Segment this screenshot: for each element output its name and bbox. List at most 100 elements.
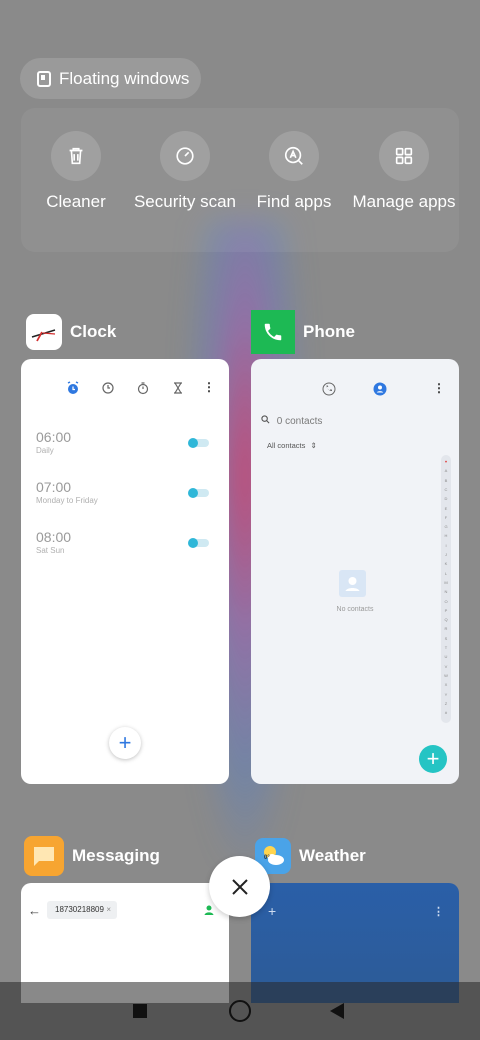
phone-window-card[interactable]: ⋮ 0 contacts All contacts ⇕ ♥ A B C D E F G H I J K…	[251, 359, 459, 784]
alphabet-index-letter[interactable]: Q	[441, 617, 451, 622]
alphabet-index-letter[interactable]: N	[441, 589, 451, 594]
alarm-time: 08:00	[36, 529, 72, 545]
navigation-bar	[0, 982, 480, 1040]
phone-app-header[interactable]: Phone	[251, 310, 355, 354]
phone-app-icon	[251, 310, 295, 354]
messaging-app-name: Messaging	[72, 846, 160, 865]
world-clock-tab-icon[interactable]	[101, 381, 115, 400]
messaging-app-icon	[24, 836, 64, 876]
sort-arrows-icon: ⇕	[310, 441, 317, 450]
alphabet-index-letter[interactable]: S	[441, 636, 451, 641]
trash-icon	[51, 131, 101, 181]
alphabet-index-letter[interactable]: E	[441, 506, 451, 511]
alphabet-index-letter[interactable]: V	[441, 664, 451, 669]
cleaner-label: Cleaner	[46, 192, 106, 211]
security-scan-label: Security scan	[133, 192, 237, 211]
back-button[interactable]	[330, 1003, 344, 1019]
alphabet-index-letter[interactable]: R	[441, 626, 451, 631]
alphabet-index-letter[interactable]: ♥	[441, 459, 451, 464]
alarm-item[interactable]: 08:00 Sat Sun	[36, 529, 71, 555]
alphabet-index-letter[interactable]: X	[441, 682, 451, 687]
add-contact-icon[interactable]	[203, 903, 215, 921]
add-contact-button[interactable]: +	[419, 745, 447, 773]
messaging-app-header[interactable]: Messaging	[24, 836, 160, 876]
alphabet-index-letter[interactable]: G	[441, 524, 451, 529]
alarm-tab-icon[interactable]	[66, 381, 80, 400]
phone-more-menu-icon[interactable]: ⋮	[433, 381, 445, 395]
add-alarm-button[interactable]: +	[109, 727, 141, 759]
recents-button[interactable]	[133, 1004, 147, 1018]
alphabet-index-letter[interactable]: B	[441, 478, 451, 483]
alphabet-index-letter[interactable]: T	[441, 645, 451, 650]
clock-more-menu-icon[interactable]: ⋮	[203, 380, 215, 394]
call-log-tab-icon[interactable]	[322, 382, 336, 401]
recipient-number: 18730218809	[55, 905, 104, 914]
phone-app-name: Phone	[303, 322, 355, 341]
clock-app-name: Clock	[70, 322, 117, 341]
quick-actions-panel: Cleaner Security scan Find apps Manage a…	[21, 108, 459, 252]
floating-windows-button[interactable]: Floating windows	[20, 58, 201, 99]
alphabet-index-letter[interactable]: J	[441, 552, 451, 557]
clock-app-header[interactable]: Clock	[26, 314, 116, 350]
empty-contacts-icon	[339, 570, 366, 597]
alarm-time: 07:00	[36, 479, 72, 495]
weather-app-name: Weather	[299, 846, 366, 865]
weather-more-menu-icon[interactable]: ⋮	[433, 905, 444, 918]
alphabet-index-letter[interactable]: #	[441, 710, 451, 715]
alphabet-index-letter[interactable]: L	[441, 571, 451, 576]
alarm-toggle[interactable]	[188, 538, 209, 548]
manage-apps-button[interactable]: Manage apps	[349, 131, 459, 212]
alphabet-index-letter[interactable]: Y	[441, 692, 451, 697]
contacts-search[interactable]: 0 contacts	[261, 415, 322, 427]
alarm-toggle[interactable]	[188, 438, 209, 448]
add-city-button[interactable]: +	[268, 903, 276, 919]
clock-app-icon	[26, 314, 62, 350]
alarm-item[interactable]: 06:00 Daily	[36, 429, 71, 455]
alphabet-index-letter[interactable]: F	[441, 515, 451, 520]
alphabet-index-letter[interactable]: U	[441, 654, 451, 659]
contacts-filter-label: All contacts	[267, 441, 306, 450]
alphabet-index-letter[interactable]: D	[441, 496, 451, 501]
close-icon	[231, 878, 248, 895]
alphabet-index-letter[interactable]: O	[441, 599, 451, 604]
manage-apps-label: Manage apps	[352, 192, 456, 211]
security-scan-icon	[160, 131, 210, 181]
remove-recipient-icon[interactable]: ×	[106, 901, 111, 919]
alphabet-index-letter[interactable]: W	[441, 673, 451, 678]
alphabet-index-letter[interactable]: I	[441, 543, 451, 548]
alphabet-index-letter[interactable]: Z	[441, 701, 451, 706]
alphabet-index-scrollbar[interactable]: ♥ A B C D E F G H I J K L M N O P Q R S T U V W X Y Z #	[441, 455, 451, 723]
weather-app-header[interactable]: 0° Weather	[255, 838, 366, 874]
alphabet-index-letter[interactable]: H	[441, 533, 451, 538]
alphabet-index-letter[interactable]: C	[441, 487, 451, 492]
floating-window-icon	[37, 70, 51, 87]
find-apps-button[interactable]: Find apps	[239, 131, 349, 212]
security-scan-button[interactable]: Security scan	[130, 131, 240, 212]
back-arrow-icon[interactable]: ←	[28, 903, 41, 918]
home-button[interactable]	[229, 1000, 251, 1022]
find-apps-icon	[269, 131, 319, 181]
contacts-filter-dropdown[interactable]: All contacts ⇕	[267, 441, 317, 450]
contacts-count: 0 contacts	[276, 416, 323, 427]
alarm-repeat: Monday to Friday	[36, 496, 98, 505]
clock-window-card[interactable]: ⋮ 06:00 Daily 07:00 Monday to Friday 08:…	[21, 359, 229, 784]
manage-apps-icon	[379, 131, 429, 181]
cleaner-button[interactable]: Cleaner	[21, 131, 131, 212]
alarm-toggle[interactable]	[188, 488, 209, 498]
alphabet-index-letter[interactable]: A	[441, 468, 451, 473]
timer-tab-icon[interactable]	[171, 381, 185, 400]
contacts-tab-icon[interactable]	[373, 382, 387, 401]
close-all-button[interactable]	[209, 856, 270, 917]
weather-icon-temp: 0°	[264, 855, 270, 861]
floating-windows-label: Floating windows	[59, 68, 190, 88]
stopwatch-tab-icon[interactable]	[136, 381, 150, 400]
alarm-item[interactable]: 07:00 Monday to Friday	[36, 479, 98, 505]
find-apps-label: Find apps	[256, 192, 332, 211]
alphabet-index-letter[interactable]: M	[441, 580, 451, 585]
alarm-repeat: Sat Sun	[36, 546, 65, 555]
alarm-repeat: Daily	[36, 446, 54, 455]
recipient-chip[interactable]: 18730218809 ×	[47, 901, 117, 919]
alphabet-index-letter[interactable]: K	[441, 561, 451, 566]
alarm-time: 06:00	[36, 429, 72, 445]
no-contacts-text: No contacts	[336, 606, 374, 613]
